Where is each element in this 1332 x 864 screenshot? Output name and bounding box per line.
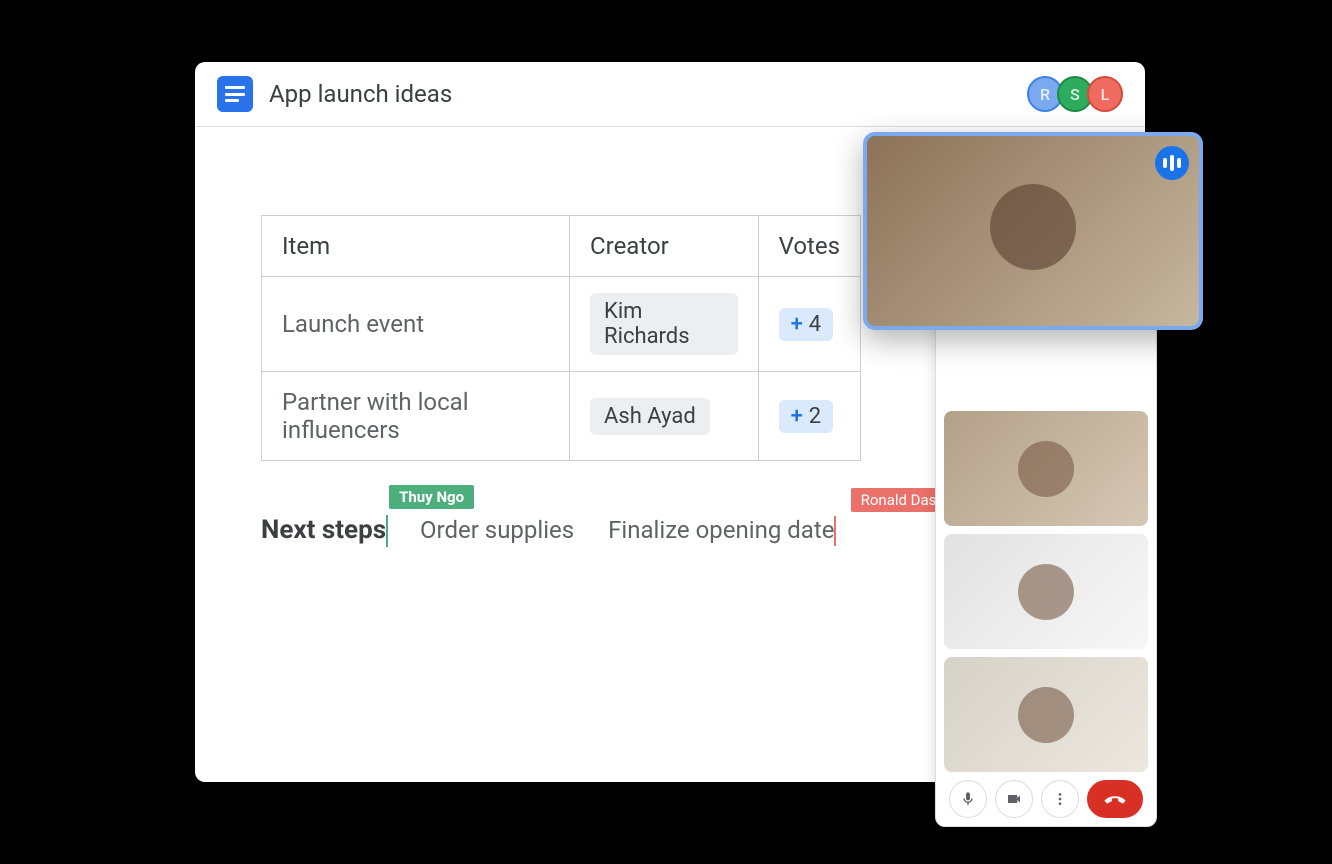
- body-line-text: Finalize opening date: [608, 516, 834, 544]
- plus-icon[interactable]: +: [791, 404, 803, 429]
- vote-count: 4: [809, 312, 821, 337]
- body-line[interactable]: Finalize opening date Ronald Das: [608, 516, 834, 544]
- cell-item[interactable]: Partner with local influencers: [262, 372, 570, 461]
- meet-participant-thumb[interactable]: [944, 534, 1148, 649]
- cell-creator[interactable]: Kim Richards: [570, 277, 759, 372]
- more-vertical-icon: [1052, 791, 1068, 807]
- creator-chip[interactable]: Ash Ayad: [590, 398, 710, 435]
- hangup-icon: [1104, 788, 1126, 810]
- vote-count: 2: [809, 404, 821, 429]
- col-votes: Votes: [758, 216, 860, 277]
- col-item: Item: [262, 216, 570, 277]
- header: App launch ideas R S L: [195, 62, 1145, 127]
- table-header-row: Item Creator Votes: [262, 216, 861, 277]
- vote-chip[interactable]: + 2: [779, 400, 834, 433]
- camera-button[interactable]: [995, 780, 1033, 818]
- camera-icon: [1006, 791, 1022, 807]
- meet-active-speaker[interactable]: [863, 132, 1203, 330]
- collaborator-avatars: R S L: [1033, 76, 1123, 112]
- cell-votes[interactable]: + 4: [758, 277, 860, 372]
- end-call-button[interactable]: [1087, 780, 1143, 818]
- meet-participant-thumb[interactable]: [944, 411, 1148, 526]
- speaking-indicator-icon: [1155, 146, 1189, 180]
- collab-cursor-green: [386, 515, 388, 547]
- section-heading[interactable]: Next steps Thuy Ngo: [261, 515, 386, 545]
- cell-creator[interactable]: Ash Ayad: [570, 372, 759, 461]
- table-row[interactable]: Partner with local influencers Ash Ayad …: [262, 372, 861, 461]
- more-options-button[interactable]: [1041, 780, 1079, 818]
- ideas-table[interactable]: Item Creator Votes Launch event Kim Rich…: [261, 215, 861, 461]
- meet-participant-thumb[interactable]: [944, 657, 1148, 772]
- avatar-l[interactable]: L: [1087, 76, 1123, 112]
- plus-icon[interactable]: +: [791, 312, 803, 337]
- microphone-icon: [960, 791, 976, 807]
- collab-cursor-label-green: Thuy Ngo: [389, 485, 474, 509]
- col-creator: Creator: [570, 216, 759, 277]
- collab-cursor-label-red: Ronald Das: [851, 488, 947, 512]
- docs-lines-icon: [225, 86, 245, 102]
- document-title[interactable]: App launch ideas: [269, 80, 1033, 108]
- table-row[interactable]: Launch event Kim Richards + 4: [262, 277, 861, 372]
- docs-window: App launch ideas R S L Item Creator Vote…: [195, 62, 1145, 782]
- vote-chip[interactable]: + 4: [779, 308, 834, 341]
- cell-votes[interactable]: + 2: [758, 372, 860, 461]
- section-heading-text: Next steps: [261, 515, 386, 545]
- creator-chip[interactable]: Kim Richards: [590, 293, 738, 355]
- collab-cursor-red: [834, 516, 836, 546]
- body-line[interactable]: Order supplies: [420, 516, 574, 544]
- meet-controls: [944, 780, 1148, 818]
- docs-app-icon[interactable]: [217, 76, 253, 112]
- cell-item[interactable]: Launch event: [262, 277, 570, 372]
- mic-button[interactable]: [949, 780, 987, 818]
